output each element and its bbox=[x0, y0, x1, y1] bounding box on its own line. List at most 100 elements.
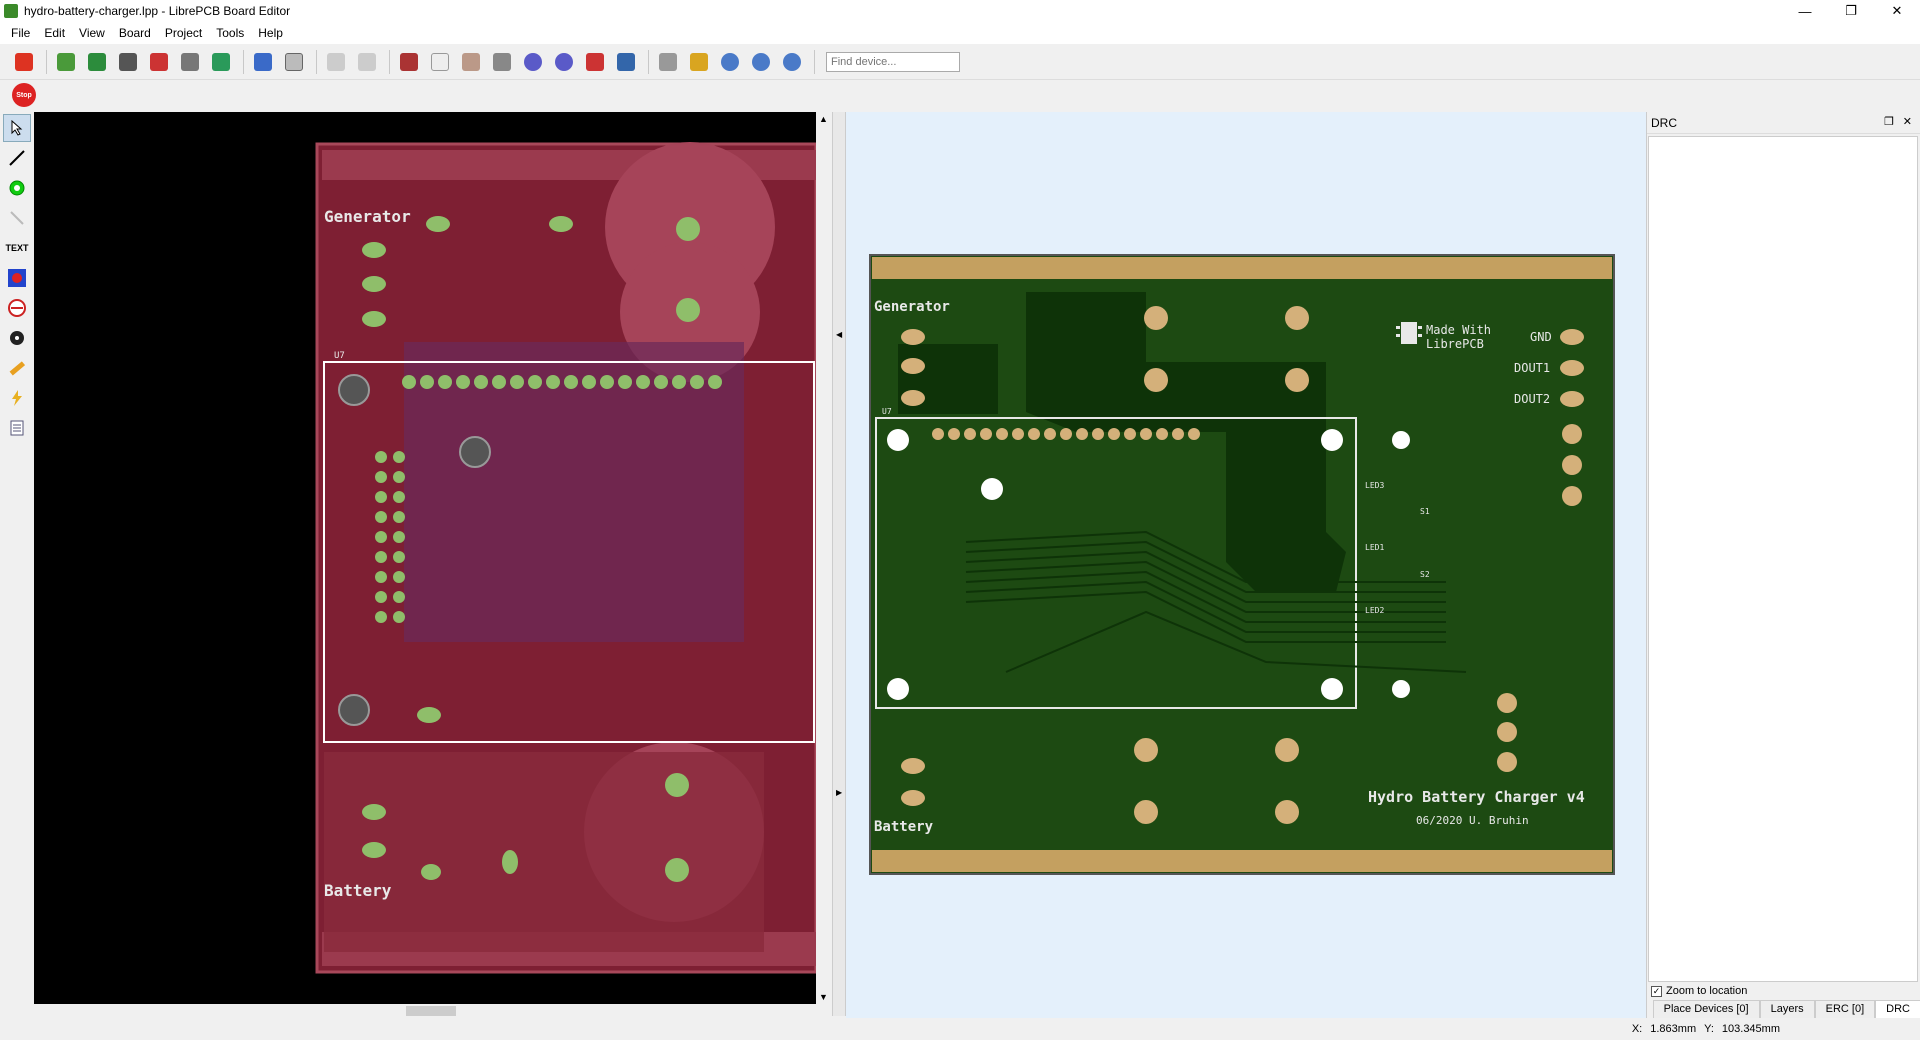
order-icon[interactable] bbox=[207, 48, 235, 76]
generator-label: Generator bbox=[874, 299, 950, 315]
cursor-x-value: 1.863mm bbox=[1650, 1023, 1697, 1035]
plane-icon bbox=[8, 269, 26, 287]
tab-place-devices[interactable]: Place Devices [0] bbox=[1652, 1000, 1760, 1018]
zoom-fit-icon[interactable] bbox=[778, 48, 806, 76]
save-icon[interactable] bbox=[83, 48, 111, 76]
print-icon[interactable] bbox=[114, 48, 142, 76]
zoom-to-location-checkbox[interactable]: ✓ bbox=[1651, 985, 1662, 997]
export-pdf-icon[interactable] bbox=[145, 48, 173, 76]
tab-drc[interactable]: DRC bbox=[1875, 1000, 1920, 1018]
schematic-icon[interactable] bbox=[280, 48, 308, 76]
delete-icon[interactable] bbox=[488, 48, 516, 76]
line-icon bbox=[9, 150, 25, 166]
close-button[interactable]: ✕ bbox=[1874, 0, 1920, 22]
menu-help[interactable]: Help bbox=[251, 26, 290, 40]
add-via-tool-icon[interactable] bbox=[3, 174, 31, 202]
grid-icon[interactable] bbox=[654, 48, 682, 76]
s2-label: S2 bbox=[1420, 570, 1430, 579]
menu-bar: File Edit View Board Project Tools Help bbox=[0, 22, 1920, 44]
board-view-layers[interactable]: Generator Battery U7 bbox=[34, 112, 816, 1004]
drc-message-list[interactable] bbox=[1648, 136, 1918, 982]
led3-label: LED3 bbox=[1365, 481, 1384, 490]
collapse-right-icon[interactable]: ▶ bbox=[836, 788, 842, 797]
zoom-in-icon[interactable] bbox=[716, 48, 744, 76]
board-title-label: Hydro Battery Charger v4 bbox=[1368, 788, 1585, 806]
menu-board[interactable]: Board bbox=[112, 26, 158, 40]
status-bar: X: 1.863mm Y: 103.345mm bbox=[0, 1018, 1920, 1040]
draw-trace-tool-icon[interactable] bbox=[3, 144, 31, 172]
menu-edit[interactable]: Edit bbox=[37, 26, 72, 40]
tab-erc[interactable]: ERC [0] bbox=[1814, 1000, 1876, 1018]
cut-icon[interactable] bbox=[395, 48, 423, 76]
stop-button[interactable]: Stop bbox=[12, 83, 36, 107]
u7-label: U7 bbox=[882, 407, 892, 416]
rotate-ccw-icon[interactable] bbox=[519, 48, 547, 76]
window-controls: — ❐ ✕ bbox=[1782, 0, 1920, 22]
menu-file[interactable]: File bbox=[4, 26, 37, 40]
horizontal-scrollbar[interactable] bbox=[34, 1004, 816, 1018]
float-dock-icon[interactable]: ❐ bbox=[1884, 115, 1894, 128]
menu-project[interactable]: Project bbox=[158, 26, 209, 40]
lock-icon[interactable] bbox=[685, 48, 713, 76]
board-view-preview[interactable]: Generator Battery U7 Made With LibrePCB … bbox=[846, 112, 1646, 1018]
copy-icon[interactable] bbox=[426, 48, 454, 76]
board-preview-render: Generator Battery U7 Made With LibrePCB … bbox=[869, 254, 1615, 875]
menu-view[interactable]: View bbox=[72, 26, 112, 40]
no-entry-icon bbox=[8, 299, 26, 317]
librepcb-label: LibrePCB bbox=[1426, 337, 1484, 351]
close-dock-icon[interactable]: ✕ bbox=[1903, 115, 1912, 128]
add-drill-tool-icon[interactable] bbox=[3, 324, 31, 352]
minimize-button[interactable]: — bbox=[1782, 0, 1828, 22]
cursor-x-label: X: bbox=[1631, 1023, 1643, 1035]
title-bar: hydro-battery-charger.lpp - LibrePCB Boa… bbox=[0, 0, 1920, 22]
led2-label: LED2 bbox=[1365, 606, 1384, 615]
restore-button[interactable]: ❐ bbox=[1828, 0, 1874, 22]
add-hole-tool-icon[interactable] bbox=[3, 294, 31, 322]
redo-icon[interactable] bbox=[353, 48, 381, 76]
ruler-icon bbox=[9, 361, 26, 376]
checklist-icon bbox=[10, 420, 24, 436]
home-icon[interactable] bbox=[249, 48, 277, 76]
cursor-y-label: Y: bbox=[1704, 1023, 1714, 1035]
find-device-input[interactable] bbox=[826, 51, 960, 72]
window-title: hydro-battery-charger.lpp - LibrePCB Boa… bbox=[24, 4, 291, 18]
cursor-y-value: 103.345mm bbox=[1721, 1023, 1780, 1035]
new-board-icon[interactable] bbox=[52, 48, 80, 76]
undo-icon[interactable] bbox=[322, 48, 350, 76]
collapse-left-icon[interactable]: ◀ bbox=[836, 330, 842, 339]
add-text-tool[interactable]: TEXT bbox=[3, 234, 31, 262]
vertical-scrollbar[interactable]: ▲ ▼ bbox=[816, 112, 832, 1004]
tab-layers[interactable]: Layers bbox=[1759, 1000, 1815, 1018]
tool-palette: TEXT bbox=[0, 112, 34, 1012]
s1-label: S1 bbox=[1420, 507, 1430, 516]
via-icon bbox=[9, 180, 25, 196]
checklist-tool-icon[interactable] bbox=[3, 414, 31, 442]
led1-label: LED1 bbox=[1365, 543, 1384, 552]
select-tool-icon[interactable] bbox=[3, 114, 31, 142]
add-plane-tool-icon[interactable] bbox=[3, 264, 31, 292]
menu-tools[interactable]: Tools bbox=[209, 26, 251, 40]
dock-title-bar: DRC ❐ ✕ bbox=[1647, 112, 1920, 134]
dout2-label: DOUT2 bbox=[1514, 392, 1550, 406]
flip-icon[interactable] bbox=[581, 48, 609, 76]
measure-tool-icon[interactable] bbox=[3, 354, 31, 382]
gnd-label: GND bbox=[1530, 330, 1552, 344]
cursor-icon bbox=[11, 120, 23, 136]
rotate-cw-icon[interactable] bbox=[550, 48, 578, 76]
bom-icon[interactable] bbox=[176, 48, 204, 76]
paste-icon[interactable] bbox=[457, 48, 485, 76]
app-icon bbox=[4, 4, 18, 18]
dout1-label: DOUT1 bbox=[1514, 361, 1550, 375]
drc-dock: DRC ❐ ✕ ✓ Zoom to location Place Devices… bbox=[1646, 112, 1920, 1018]
draw-polygon-tool-icon[interactable] bbox=[3, 204, 31, 232]
dock-tab-bar: Place Devices [0] Layers ERC [0] DRC bbox=[1647, 1000, 1920, 1018]
close-project-icon[interactable] bbox=[10, 48, 38, 76]
drc-tool-icon[interactable] bbox=[3, 384, 31, 412]
board-layer-render: Generator Battery U7 bbox=[34, 112, 816, 1004]
mirror-icon[interactable] bbox=[612, 48, 640, 76]
zoom-to-location-label: Zoom to location bbox=[1666, 985, 1748, 997]
view-splitter[interactable]: ◀ ▶ bbox=[832, 112, 846, 1016]
hole-icon bbox=[10, 331, 24, 345]
dock-title: DRC bbox=[1651, 115, 1677, 130]
zoom-out-icon[interactable] bbox=[747, 48, 775, 76]
